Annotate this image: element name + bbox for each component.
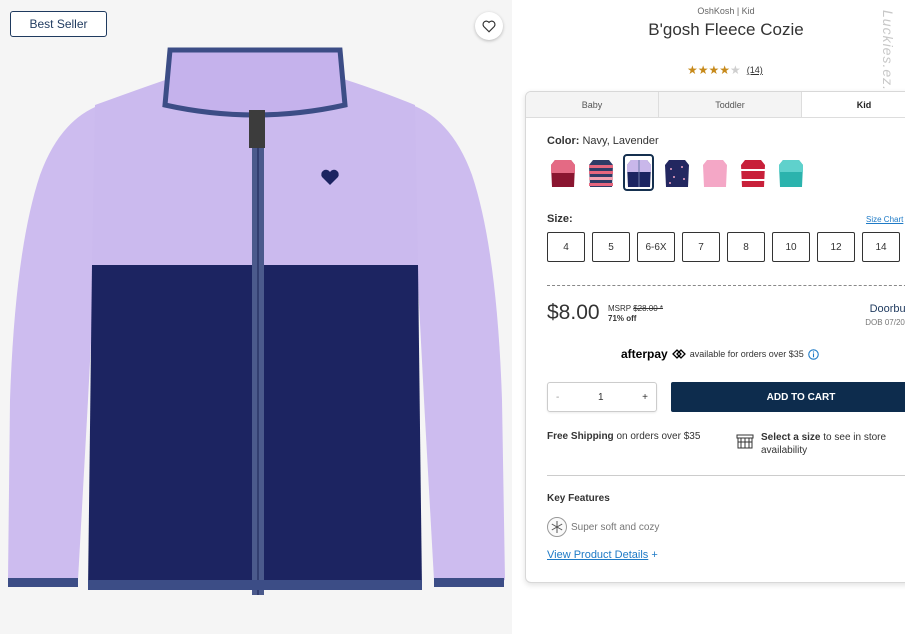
dob-date: DOB 07/2020 (865, 318, 905, 327)
swatch-teal[interactable] (775, 154, 806, 191)
tab-kid[interactable]: Kid (802, 92, 905, 117)
plus-icon: + (651, 549, 658, 561)
swatch-pink-burgundy[interactable] (547, 154, 578, 191)
heart-icon (482, 20, 496, 33)
msrp-label: MSRP (608, 304, 631, 313)
msrp-block: MSRP $28.00 * 71% off (608, 304, 663, 324)
jacket-icon (740, 159, 765, 187)
swatch-navy-lavender[interactable] (623, 154, 654, 191)
size-option[interactable]: 6-6X (637, 232, 675, 262)
color-label-row: Color: Navy, Lavender (547, 135, 659, 147)
jacket-icon (588, 159, 613, 187)
jacket-icon (702, 159, 727, 187)
size-option[interactable]: 8 (727, 232, 765, 262)
feature-item: Super soft and cozy (547, 517, 659, 537)
details-link-text[interactable]: View Product Details (547, 549, 648, 561)
size-options: 4 5 6-6X 7 8 10 12 14 (547, 232, 900, 262)
tab-baby[interactable]: Baby (526, 92, 659, 117)
jacket-icon (778, 159, 803, 187)
select-size-label: Select a size (761, 432, 821, 443)
shipping-info: Free Shipping on orders over $35 (547, 431, 700, 442)
feature-text: Super soft and cozy (571, 521, 660, 533)
quantity-decrease-button[interactable]: - (556, 392, 559, 403)
divider (547, 475, 905, 476)
shipping-threshold: on orders over $35 (613, 431, 701, 442)
product-image-area: Best Seller (0, 0, 512, 634)
quantity-increase-button[interactable]: + (642, 392, 648, 403)
store-icon (736, 434, 754, 449)
size-option[interactable]: 12 (817, 232, 855, 262)
rating[interactable]: ★★★★★ (14) (687, 64, 763, 76)
swatch-pink[interactable] (699, 154, 730, 191)
size-label: Size: (547, 213, 573, 225)
tab-toddler[interactable]: Toddler (659, 92, 802, 117)
snowflake-icon (547, 517, 567, 537)
size-option[interactable]: 7 (682, 232, 720, 262)
star-rating: ★★★★★ (687, 63, 741, 77)
size-chart-link[interactable]: Size Chart (866, 215, 903, 224)
jacket-icon (550, 159, 575, 187)
key-features-title: Key Features (547, 493, 610, 504)
size-option[interactable]: 10 (772, 232, 810, 262)
afterpay-logo: afterpay (621, 347, 668, 361)
jacket-icon (626, 159, 651, 187)
color-label: Color: (547, 135, 580, 147)
product-image (8, 47, 505, 595)
review-count-link[interactable]: (14) (747, 65, 763, 75)
size-option[interactable]: 4 (547, 232, 585, 262)
discount-percent: 71% off (608, 314, 637, 323)
quantity-stepper[interactable]: - 1 + (547, 382, 657, 412)
swatch-red-fairisle[interactable] (737, 154, 768, 191)
size-option[interactable]: 5 (592, 232, 630, 262)
color-swatches (547, 154, 806, 191)
divider (547, 285, 905, 286)
age-tabs: Baby Toddler Kid (526, 92, 905, 118)
view-product-details-link[interactable]: View Product Details + (547, 549, 658, 561)
store-availability[interactable]: Select a size to see in store availabili… (761, 431, 905, 457)
sale-price: $8.00 (547, 301, 600, 324)
quantity-value[interactable]: 1 (598, 392, 604, 403)
doorbuster-label: Doorbuster (869, 303, 905, 315)
msrp-price: $28.00 * (633, 304, 664, 313)
dob-info[interactable]: DOB 07/2020 (865, 317, 905, 327)
favorite-button[interactable] (475, 12, 503, 40)
product-title: B'gosh Fleece Cozie (648, 20, 804, 39)
brand-breadcrumb[interactable]: OshKosh | Kid (526, 6, 905, 16)
info-icon[interactable] (807, 348, 819, 360)
swatch-navy-print[interactable] (661, 154, 692, 191)
afterpay-text: available for orders over $35 (689, 349, 804, 359)
purchase-card: Baby Toddler Kid Color: Navy, Lavender S… (525, 91, 905, 583)
free-shipping-label: Free Shipping (547, 431, 614, 442)
swatch-stripe[interactable] (585, 154, 616, 191)
jacket-icon (664, 159, 689, 187)
afterpay-row: afterpay available for orders over $35 (621, 347, 819, 361)
add-to-cart-button[interactable]: ADD TO CART (671, 382, 905, 412)
afterpay-arrows-icon (671, 349, 686, 359)
color-value: Navy, Lavender (582, 135, 659, 147)
size-option[interactable]: 14 (862, 232, 900, 262)
best-seller-badge: Best Seller (10, 11, 107, 37)
